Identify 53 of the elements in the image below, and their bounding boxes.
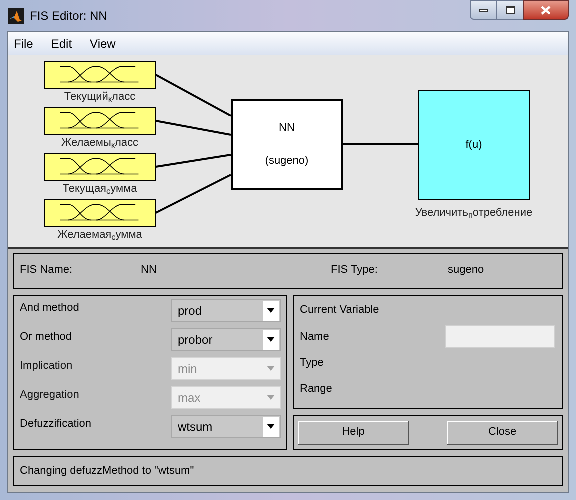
fis-name-label: FIS Name: bbox=[20, 263, 74, 278]
caret-icon bbox=[267, 366, 275, 371]
input-variable-block[interactable] bbox=[44, 107, 156, 135]
system-block[interactable]: NN (sugeno) bbox=[231, 99, 343, 190]
field-label: Name bbox=[300, 330, 330, 344]
close-icon bbox=[541, 6, 551, 14]
minimize-icon bbox=[479, 8, 488, 12]
method-label: And method bbox=[20, 301, 80, 316]
dropdown[interactable]: probor bbox=[171, 328, 281, 351]
method-label: Aggregation bbox=[20, 388, 80, 403]
caret-icon bbox=[267, 424, 275, 429]
maximize-button[interactable] bbox=[497, 0, 523, 20]
input-variable-block[interactable] bbox=[44, 199, 156, 227]
dropdown[interactable]: prod bbox=[171, 299, 281, 322]
dropdown-arrow-button[interactable] bbox=[263, 300, 279, 320]
name-field[interactable] bbox=[445, 324, 555, 348]
caret-icon bbox=[267, 337, 275, 342]
menu-item[interactable]: View bbox=[90, 34, 116, 52]
fis-name-value: NN bbox=[141, 263, 158, 278]
system-name: NN bbox=[279, 121, 295, 136]
fis-type-value: sugeno bbox=[448, 263, 484, 278]
panel-title: Current Variable bbox=[300, 303, 380, 318]
field-label: Type bbox=[300, 356, 325, 370]
dropdown-arrow-button[interactable] bbox=[263, 416, 279, 436]
output-variable-label: Увеличить$_{п}$отребление bbox=[414, 206, 534, 222]
dialog-button[interactable]: Help bbox=[298, 420, 409, 444]
close-button[interactable] bbox=[523, 0, 569, 20]
input-variable-label: Желаемая$_{с}$умма bbox=[56, 229, 144, 242]
app-logo-icon bbox=[8, 8, 24, 24]
input-variable-label: Текущая$_{с}$умма bbox=[62, 183, 138, 196]
input-variable-label: Текущий$_{к}$ласс bbox=[63, 91, 137, 104]
method-label: Or method bbox=[20, 330, 73, 345]
input-variable-block[interactable] bbox=[44, 61, 156, 89]
caret-icon bbox=[267, 308, 275, 313]
fis-type-label: FIS Type: bbox=[331, 263, 379, 278]
dropdown[interactable]: wtsum bbox=[171, 415, 281, 438]
maximize-icon bbox=[506, 6, 514, 14]
method-label: Implication bbox=[20, 359, 74, 374]
input-variable-label: Желаемы$_{к}$ласс bbox=[60, 137, 140, 150]
system-type: (sugeno) bbox=[265, 154, 309, 168]
output-function: f(u) bbox=[466, 138, 482, 153]
dialog-button[interactable]: Close bbox=[447, 420, 558, 444]
input-variable-block[interactable] bbox=[44, 153, 156, 181]
method-label: Defuzzification bbox=[20, 417, 93, 432]
status-message: Changing defuzzMethod to "wtsum" bbox=[20, 465, 194, 477]
menu-item[interactable]: File bbox=[14, 34, 34, 52]
dropdown-arrow-button[interactable] bbox=[263, 330, 279, 350]
output-variable-block[interactable]: f(u) bbox=[418, 90, 530, 200]
field-label: Range bbox=[300, 382, 334, 396]
minimize-button[interactable] bbox=[470, 0, 497, 20]
menu-item[interactable]: Edit bbox=[51, 34, 72, 52]
window-title: FIS Editor: NN bbox=[30, 8, 108, 24]
caret-icon bbox=[267, 395, 275, 400]
